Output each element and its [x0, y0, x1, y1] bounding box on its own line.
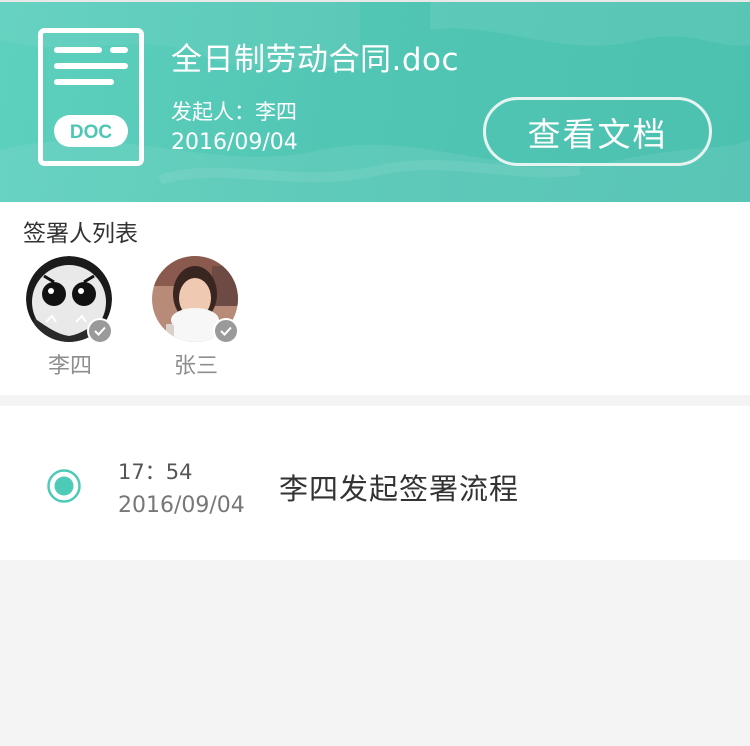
signed-check-icon	[213, 318, 239, 344]
signer-item[interactable]: 李四	[22, 256, 132, 386]
timeline-time: 17：54	[118, 460, 193, 484]
document-file-icon: DOC	[38, 28, 144, 166]
view-document-button[interactable]: 查看文档	[483, 97, 712, 166]
timeline-date: 2016/09/04	[118, 493, 245, 518]
signers-heading: 签署人列表	[23, 221, 138, 247]
signer-name: 张三	[173, 354, 218, 379]
signer-item[interactable]: 张三	[148, 256, 258, 386]
signers-section: 签署人列表 李四 张三	[0, 202, 750, 395]
document-header: DOC 全日制劳动合同.doc 发起人：李四 2016/09/04 查看文档	[0, 0, 750, 202]
document-title: 全日制劳动合同.doc	[171, 42, 460, 78]
timeline-dot-icon	[47, 469, 81, 503]
document-initiator: 发起人：李四	[171, 100, 297, 124]
signer-name: 李四	[47, 354, 92, 379]
doc-icon-label: DOC	[70, 122, 113, 143]
signed-check-icon	[87, 318, 113, 344]
document-date: 2016/09/04	[171, 130, 298, 155]
timeline-event: 李四发起签署流程	[279, 472, 520, 506]
timeline-section: 17：54 2016/09/04 李四发起签署流程	[0, 406, 750, 560]
